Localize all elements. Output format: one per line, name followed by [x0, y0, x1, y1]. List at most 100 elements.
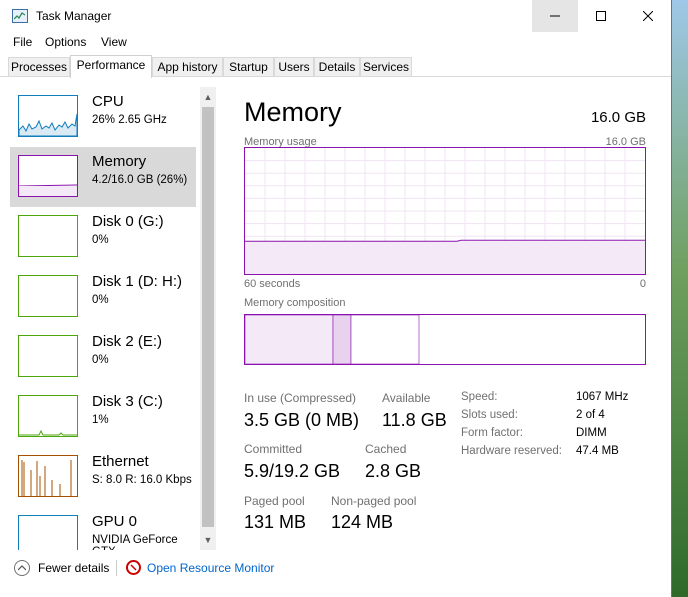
sidebar-item-value: NVIDIA GeForce GTX: [92, 534, 178, 550]
speed-value: 1067 MHz: [576, 391, 629, 403]
standby-segment: [350, 314, 420, 365]
scroll-down-arrow-icon[interactable]: ▼: [200, 532, 216, 548]
sidebar-item-name: GPU 0: [92, 513, 138, 530]
sidebar-item-value: 0%: [92, 234, 109, 246]
resource-monitor-label: Open Resource Monitor: [147, 560, 275, 575]
sidebar-item-name: Disk 0 (G:): [92, 213, 164, 230]
menu-options[interactable]: Options: [45, 35, 86, 49]
in-use-label: In use (Compressed): [244, 391, 357, 405]
sidebar-item-disk-0[interactable]: Disk 0 (G:) 0%: [10, 207, 196, 267]
sidebar-item-name: Disk 1 (D: H:): [92, 273, 182, 290]
task-manager-app-icon: [12, 9, 28, 23]
slots-used-label: Slots used:: [461, 409, 518, 421]
sidebar-item-ethernet[interactable]: Ethernet S: 8.0 R: 16.0 Kbps: [10, 447, 196, 507]
available-label: Available: [382, 391, 431, 405]
memory-total: 16.0 GB: [590, 109, 646, 126]
gpu-thumbnail-graph: [18, 515, 78, 550]
sidebar-item-name: Disk 3 (C:): [92, 393, 163, 410]
sidebar-item-gpu-0[interactable]: GPU 0 NVIDIA GeForce GTX: [10, 507, 196, 550]
form-factor-label: Form factor:: [461, 427, 523, 439]
form-factor-value: DIMM: [576, 427, 607, 439]
maximize-icon: [596, 11, 606, 21]
sidebar-item-name: Disk 2 (E:): [92, 333, 163, 350]
memory-usage-graph: [244, 147, 646, 275]
memory-composition-label: Memory composition: [244, 297, 346, 309]
chevron-up-icon: [14, 560, 30, 576]
tab-details[interactable]: Details: [314, 57, 360, 77]
sidebar-item-disk-1[interactable]: Disk 1 (D: H:) 0%: [10, 267, 196, 327]
paged-pool-value: 131 MB: [244, 512, 307, 532]
sidebar-item-value: S: 8.0 R: 16.0 Kbps: [92, 474, 192, 486]
fewer-details-button[interactable]: Fewer details: [14, 560, 109, 576]
resource-monitor-icon: [126, 560, 141, 575]
footer-bar: Fewer details Open Resource Monitor: [0, 550, 671, 597]
committed-value: 5.9/19.2 GB: [244, 461, 341, 481]
in-use-segment: [244, 314, 334, 365]
time-span-label: 60 seconds: [244, 278, 301, 290]
minimize-button[interactable]: [532, 0, 578, 32]
cached-label: Cached: [365, 442, 407, 456]
memory-usage-chart: [245, 148, 645, 274]
close-button[interactable]: [625, 0, 671, 32]
tab-performance[interactable]: Performance: [70, 55, 152, 78]
footer-separator: [116, 560, 117, 576]
menu-view[interactable]: View: [101, 35, 127, 49]
tab-services[interactable]: Services: [360, 57, 412, 77]
sidebar-item-value: 1%: [92, 414, 109, 426]
sidebar-item-value: 0%: [92, 354, 109, 366]
slots-used-value: 2 of 4: [576, 409, 605, 421]
speed-label: Speed:: [461, 391, 498, 403]
available-value: 11.8 GB: [382, 410, 447, 430]
page-title: Memory: [244, 97, 342, 127]
scroll-up-arrow-icon[interactable]: ▲: [200, 89, 216, 105]
hardware-reserved-label: Hardware reserved:: [461, 445, 562, 457]
sidebar-item-disk-3[interactable]: Disk 3 (C:) 1%: [10, 387, 196, 447]
sidebar-item-cpu[interactable]: CPU 26% 2.65 GHz: [10, 87, 196, 147]
tab-strip: Processes Performance App history Startu…: [0, 55, 671, 78]
disk-1-thumbnail-graph: [18, 275, 78, 317]
disk-0-thumbnail-graph: [18, 215, 78, 257]
fewer-details-label: Fewer details: [38, 561, 110, 575]
paged-pool-label: Paged pool: [244, 494, 305, 508]
window-title: Task Manager: [36, 9, 112, 23]
time-end-label: 0: [639, 278, 646, 290]
modified-segment: [332, 314, 352, 365]
sidebar-item-name: Ethernet: [92, 453, 149, 470]
sidebar-item-value: 26% 2.65 GHz: [92, 114, 167, 126]
tab-users[interactable]: Users: [274, 57, 314, 77]
sidebar-item-value: 4.2/16.0 GB (26%): [92, 174, 188, 186]
memory-composition-chart: [244, 314, 420, 365]
ethernet-thumbnail-graph: [18, 455, 78, 497]
sidebar-item-disk-2[interactable]: Disk 2 (E:) 0%: [10, 327, 196, 387]
open-resource-monitor-link[interactable]: Open Resource Monitor: [126, 560, 274, 575]
in-use-value: 3.5 GB (0 MB): [244, 410, 360, 430]
sidebar-item-memory[interactable]: Memory 4.2/16.0 GB (26%): [10, 147, 196, 207]
cached-value: 2.8 GB: [365, 461, 422, 481]
performance-panel: CPU 26% 2.65 GHz Memory 4.2/16.0 GB (26%…: [0, 77, 671, 550]
sidebar-item-name: CPU: [92, 93, 124, 110]
hardware-reserved-value: 47.4 MB: [576, 445, 619, 457]
resource-list: CPU 26% 2.65 GHz Memory 4.2/16.0 GB (26%…: [8, 87, 216, 550]
non-paged-pool-label: Non-paged pool: [331, 494, 417, 508]
memory-composition-bar: [244, 314, 646, 365]
task-manager-window: Task Manager File Options View Processes…: [0, 0, 672, 597]
maximize-button[interactable]: [578, 0, 624, 32]
tab-startup[interactable]: Startup: [223, 57, 274, 77]
tab-processes[interactable]: Processes: [8, 57, 70, 77]
disk-2-thumbnail-graph: [18, 335, 78, 377]
memory-thumbnail-graph: [18, 155, 78, 197]
sidebar-item-name: Memory: [92, 153, 147, 170]
sidebar-item-value: 0%: [92, 294, 109, 306]
usage-area: [245, 241, 645, 274]
minimize-icon: [550, 15, 560, 17]
cpu-thumbnail-graph: [18, 95, 78, 137]
menu-file[interactable]: File: [13, 35, 32, 49]
close-icon: [643, 11, 653, 21]
committed-label: Committed: [244, 442, 303, 456]
title-bar[interactable]: Task Manager: [0, 0, 671, 32]
tab-app-history[interactable]: App history: [152, 57, 223, 77]
non-paged-pool-value: 124 MB: [331, 512, 394, 532]
sidebar-scrollbar[interactable]: ▲ ▼: [200, 87, 216, 550]
disk-3-thumbnail-graph: [18, 395, 78, 437]
scrollbar-thumb[interactable]: [202, 107, 214, 527]
